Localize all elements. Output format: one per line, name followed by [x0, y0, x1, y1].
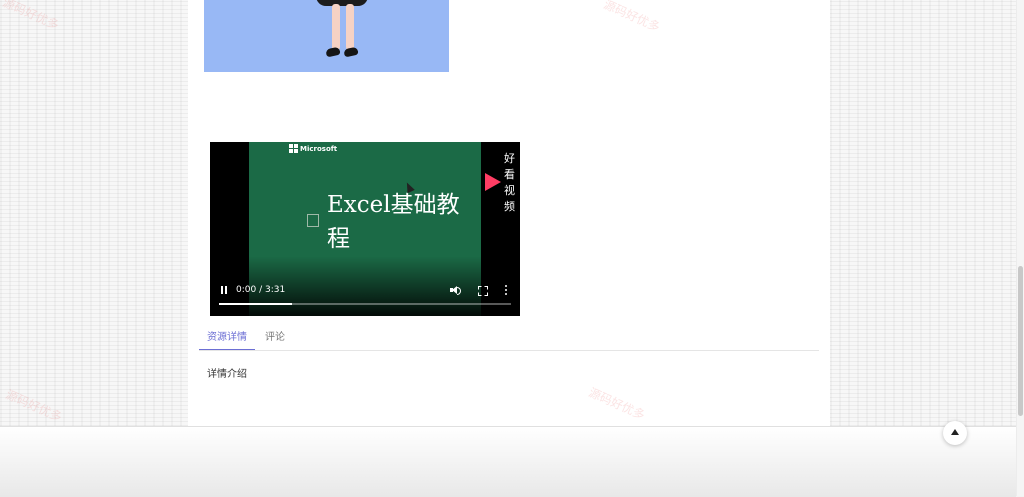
- video-progress-bar[interactable]: [219, 303, 511, 305]
- right-page-background: [830, 0, 1016, 426]
- tab-resource-details[interactable]: 资源详情: [199, 328, 255, 350]
- video-title: Excel基础教程: [327, 192, 460, 252]
- microsoft-logo: Microsoft: [289, 144, 337, 153]
- character-illustration: [204, 0, 449, 72]
- illustration-left-shoe: [325, 46, 341, 58]
- microsoft-label: Microsoft: [300, 144, 338, 153]
- scrollbar-thumb[interactable]: [1018, 266, 1023, 416]
- illustration-right-shoe: [343, 46, 359, 58]
- resource-tabs: 资源详情 评论: [199, 328, 819, 351]
- back-to-top-button[interactable]: [943, 421, 967, 445]
- vertical-scrollbar[interactable]: [1016, 0, 1024, 496]
- microsoft-grid-icon: [289, 144, 298, 153]
- video-progress-fill: [219, 303, 292, 305]
- fullscreen-icon[interactable]: [478, 286, 488, 296]
- video-overlay-mark: [307, 214, 319, 227]
- tab-comments[interactable]: 评论: [265, 328, 289, 349]
- video-brand-logo: 好看视频: [485, 150, 515, 214]
- illustration-left-leg: [332, 4, 340, 50]
- page-footer: [0, 426, 1016, 497]
- illustration-skirt: [316, 0, 368, 6]
- more-icon[interactable]: [505, 285, 508, 296]
- pause-icon[interactable]: [220, 286, 228, 294]
- details-introduction-label: 详情介绍: [207, 369, 247, 380]
- left-page-background: [0, 0, 188, 426]
- video-brand-play-icon: [485, 173, 501, 191]
- video-controls[interactable]: 0:00 / 3:31: [210, 280, 520, 300]
- resource-detail-content: Microsoft 好看视频 Excel基础教程 0:00 / 3:31 资源详…: [188, 0, 830, 426]
- video-brand-label: 好看视频: [504, 152, 515, 213]
- video-time: 0:00 / 3:31: [236, 285, 286, 295]
- volume-icon[interactable]: [450, 285, 461, 295]
- illustration-right-leg: [346, 4, 354, 50]
- video-player[interactable]: Microsoft 好看视频 Excel基础教程 0:00 / 3:31: [210, 142, 520, 316]
